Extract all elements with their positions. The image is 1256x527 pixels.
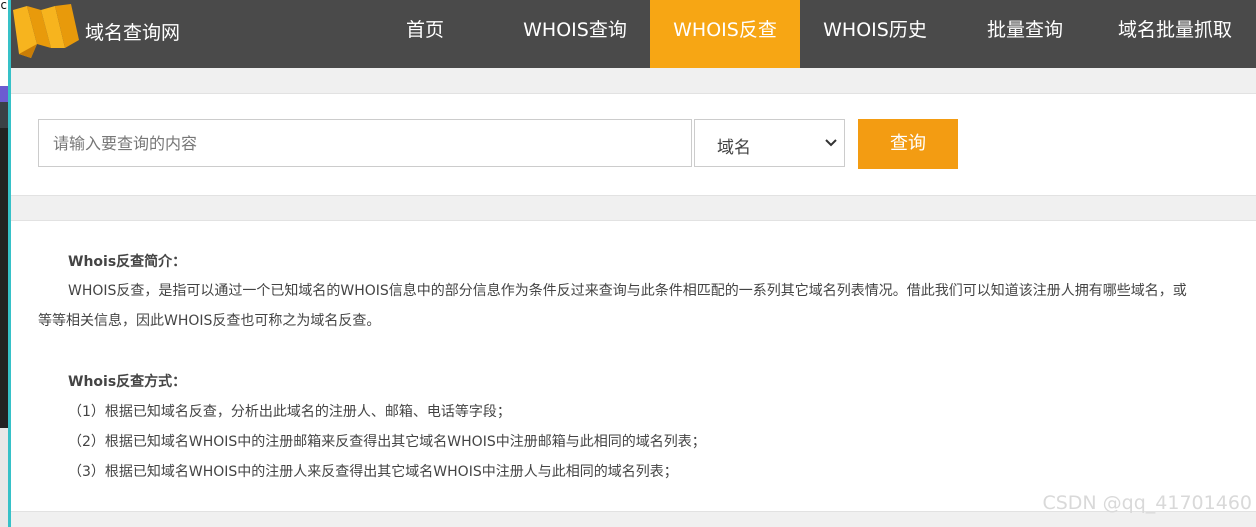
- search-type-select[interactable]: 域名: [694, 119, 845, 167]
- nav-item-batch-query[interactable]: 批量查询: [950, 0, 1100, 68]
- search-type-value: 域名: [717, 138, 751, 158]
- search-button[interactable]: 查询: [858, 119, 958, 169]
- watermark: CSDN @qq_41701460: [1042, 492, 1252, 514]
- logo-icon[interactable]: [11, 4, 81, 60]
- nav-item-whois-query[interactable]: WHOIS查询: [500, 0, 650, 68]
- nav-item-home[interactable]: 首页: [370, 0, 480, 68]
- intro-heading: Whois反查简介：: [68, 254, 187, 270]
- site-header: 域名查询网 首页 WHOIS查询 WHOIS反查 WHOIS历史 批量查询 域名…: [11, 0, 1256, 68]
- edge-dark-block: [0, 128, 8, 428]
- edge-char: c: [0, 0, 8, 12]
- method-item: （2）根据已知域名WHOIS中的注册邮箱来反查得出其它域名WHOIS中注册邮箱与…: [68, 434, 706, 450]
- nav-item-batch-domain-fetch[interactable]: 域名批量抓取: [1100, 0, 1250, 68]
- search-panel: 域名 查询: [11, 93, 1256, 196]
- edge-purple-block: [0, 86, 8, 102]
- method-item: （1）根据已知域名反查，分析出此域名的注册人、邮箱、电话等字段；: [68, 404, 511, 420]
- intro-paragraph-line1: WHOIS反查，是指可以通过一个已知域名的WHOIS信息中的部分信息作为条件反过…: [68, 283, 1187, 299]
- background-window-edge: c: [0, 0, 11, 527]
- intro-paragraph-line2: 等等相关信息，因此WHOIS反查也可称之为域名反查。: [38, 313, 381, 329]
- edge-light-block: [0, 428, 8, 527]
- nav-item-whois-reverse[interactable]: WHOIS反查: [650, 0, 800, 68]
- logo-text[interactable]: 域名查询网: [85, 18, 180, 45]
- intro-panel: Whois反查简介： WHOIS反查，是指可以通过一个已知域名的WHOIS信息中…: [11, 220, 1256, 512]
- chevron-down-icon: [825, 139, 837, 147]
- method-item: （3）根据已知域名WHOIS中的注册人来反查得出其它域名WHOIS中注册人与此相…: [68, 464, 678, 480]
- nav-item-whois-history[interactable]: WHOIS历史: [800, 0, 950, 68]
- methods-heading: Whois反查方式：: [68, 374, 187, 390]
- search-input[interactable]: [38, 119, 692, 167]
- edge-white-block: [0, 0, 8, 88]
